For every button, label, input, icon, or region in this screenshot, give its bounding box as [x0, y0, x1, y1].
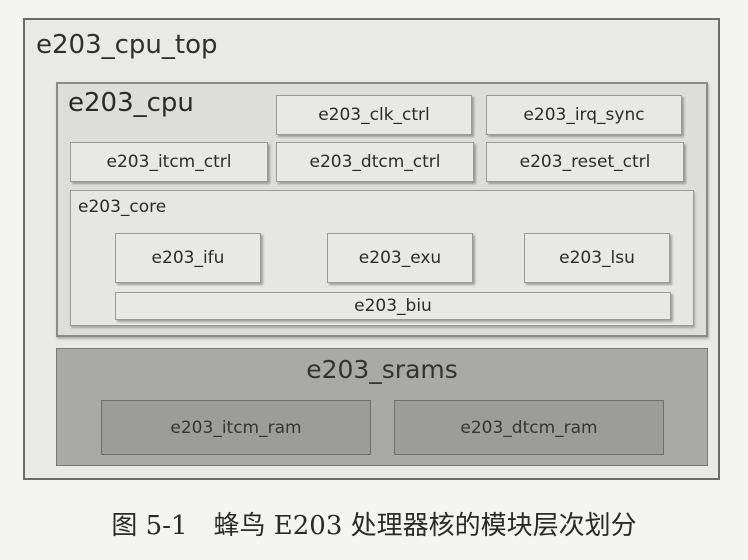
- figure-caption: 图 5-1 蜂鸟 E203 处理器核的模块层次划分: [111, 511, 637, 541]
- ifu-block: e203_ifu: [115, 233, 261, 283]
- lsu-block: e203_lsu: [524, 233, 670, 283]
- dtcm-ctrl-block: e203_dtcm_ctrl: [276, 142, 474, 182]
- reset-ctrl-block: e203_reset_ctrl: [486, 142, 684, 182]
- cpu-top-label: e203_cpu_top: [36, 30, 218, 60]
- itcm-ram-block: e203_itcm_ram: [101, 400, 371, 455]
- irq-sync-block: e203_irq_sync: [486, 95, 682, 135]
- itcm-ctrl-block: e203_itcm_ctrl: [70, 142, 268, 182]
- biu-block: e203_biu: [115, 292, 671, 320]
- cpu-label: e203_cpu: [68, 88, 194, 118]
- core-label: e203_core: [78, 197, 167, 217]
- dtcm-ram-block: e203_dtcm_ram: [394, 400, 664, 455]
- srams-label: e203_srams: [306, 355, 458, 384]
- clk-ctrl-block: e203_clk_ctrl: [276, 95, 472, 135]
- exu-block: e203_exu: [327, 233, 473, 283]
